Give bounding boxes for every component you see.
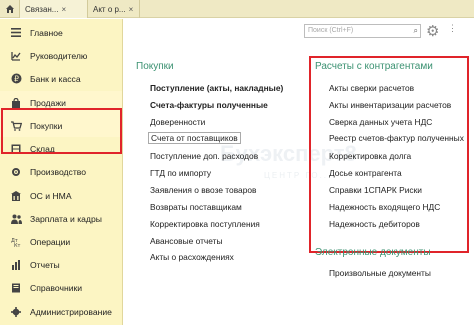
menu-icon (10, 27, 22, 39)
link-customs-declaration[interactable]: ГТД по импорту (150, 168, 211, 178)
people-icon (10, 213, 22, 225)
sidebar-item-manager[interactable]: Руководителю (0, 44, 122, 67)
link-invoice-register[interactable]: Реестр счетов-фактур полученных (329, 133, 464, 143)
gear-icon (10, 306, 22, 318)
sidebar-item-sales[interactable]: Продажи (0, 91, 122, 114)
sidebar-item-warehouse[interactable]: Склад (0, 137, 122, 160)
link-inventory-acts[interactable]: Акты инвентаризации расчетов (329, 100, 451, 110)
link-supplier-returns[interactable]: Возвраты поставщикам (150, 202, 242, 212)
sidebar-item-label: Отчеты (30, 259, 60, 270)
link-advance-reports[interactable]: Авансовые отчеты (150, 236, 223, 246)
operations-icon: Дт Кт (10, 236, 22, 248)
sidebar-item-label: Операции (30, 236, 71, 247)
link-debtor-reliability[interactable]: Надежность дебиторов (329, 219, 420, 229)
sidebar-item-production[interactable]: Производство (0, 160, 122, 183)
sidebar-item-operations[interactable]: Дт Кт Операции (0, 230, 122, 253)
link-receipts[interactable]: Поступление (акты, накладные) (150, 83, 283, 93)
sidebar-item-assets[interactable]: ОС и НМА (0, 184, 122, 207)
link-invoices-received[interactable]: Счета-фактуры полученные (150, 100, 268, 110)
link-debt-adjustment[interactable]: Корректировка долга (329, 151, 411, 161)
section-title-settlements: Расчеты с контрагентами (315, 61, 433, 72)
home-button[interactable] (0, 0, 20, 18)
sidebar-item-label: Администрирование (30, 306, 112, 317)
link-receipt-adjustment[interactable]: Корректировка поступления (150, 219, 260, 229)
sidebar-item-main[interactable]: Главное (0, 21, 122, 44)
close-icon[interactable]: × (61, 5, 66, 14)
factory-icon (10, 166, 22, 178)
sidebar-item-label: Зарплата и кадры (30, 213, 102, 224)
link-counterparty-dossier[interactable]: Досье контрагента (329, 168, 402, 178)
link-power-of-attorney[interactable]: Доверенности (150, 117, 205, 127)
sidebar-item-salary[interactable]: Зарплата и кадры (0, 207, 122, 230)
building-icon (10, 190, 22, 202)
svg-text:Кт: Кт (14, 243, 21, 247)
settings-gear-icon[interactable]: ⚙ (426, 22, 439, 40)
tab-label: Связан... (25, 4, 59, 14)
home-icon (5, 5, 14, 13)
sidebar-item-bank[interactable]: ₽ Банк и касса (0, 67, 122, 90)
tab-akt[interactable]: Акт о р... × (88, 0, 140, 18)
sidebar-item-label: Главное (30, 27, 63, 38)
bag-icon (10, 97, 22, 109)
link-supplier-bills[interactable]: Счета от поставщиков (148, 132, 241, 144)
svg-text:₽: ₽ (14, 74, 19, 83)
tab-label: Акт о р... (93, 4, 126, 14)
link-arbitrary-documents[interactable]: Произвольные документы (329, 268, 431, 278)
link-discrepancy-acts[interactable]: Акты о расхождениях (150, 252, 234, 262)
main-panel: Бухэксперт8 ЦЕНТР ГО... Поиск (Ctrl+F) ⌕… (124, 19, 474, 325)
watermark-subtext: ЦЕНТР ГО... (264, 171, 333, 180)
more-menu-icon[interactable]: ⋮ (448, 23, 457, 34)
link-vat-reconciliation[interactable]: Сверка данных учета НДС (329, 117, 432, 127)
sidebar-item-label: Банк и касса (30, 73, 81, 84)
sidebar-item-purchases[interactable]: Покупки (0, 114, 122, 137)
report-icon (10, 259, 22, 271)
sidebar-item-admin[interactable]: Администрирование (0, 300, 122, 323)
book-icon (10, 282, 22, 294)
link-additional-costs[interactable]: Поступление доп. расходов (150, 151, 258, 161)
link-spark-risks[interactable]: Справки 1СПАРК Риски (329, 185, 422, 195)
cart-icon (10, 120, 22, 132)
search-icon[interactable]: ⌕ (414, 26, 418, 36)
sidebar-item-reports[interactable]: Отчеты (0, 253, 122, 276)
close-icon[interactable]: × (129, 5, 134, 14)
sidebar-item-label: Склад (30, 143, 55, 154)
link-import-applications[interactable]: Заявления о ввозе товаров (150, 185, 256, 195)
sidebar-item-label: Справочники (30, 282, 83, 293)
search-placeholder: Поиск (Ctrl+F) (308, 27, 354, 34)
tab-bar: Связан... × Акт о р... × (0, 0, 474, 18)
sidebar-item-label: ОС и НМА (30, 190, 72, 201)
warehouse-icon (10, 143, 22, 155)
section-title-edocs: Электронные документы (315, 247, 431, 258)
sidebar: Главное Руководителю ₽ Банк и касса Прод… (0, 19, 123, 325)
sidebar-item-references[interactable]: Справочники (0, 276, 122, 299)
search-input[interactable]: Поиск (Ctrl+F) ⌕ (304, 24, 421, 38)
sidebar-item-label: Покупки (30, 120, 63, 131)
link-incoming-vat-reliability[interactable]: Надежность входящего НДС (329, 202, 440, 212)
ruble-icon: ₽ (10, 73, 22, 85)
tab-svyazannye[interactable]: Связан... × (20, 0, 88, 18)
chart-icon (10, 50, 22, 62)
link-reconciliation-acts[interactable]: Акты сверки расчетов (329, 83, 414, 93)
sidebar-item-label: Продажи (30, 97, 66, 108)
sidebar-item-label: Руководителю (30, 50, 88, 61)
section-title-purchases: Покупки (136, 61, 174, 72)
sidebar-item-label: Производство (30, 166, 87, 177)
